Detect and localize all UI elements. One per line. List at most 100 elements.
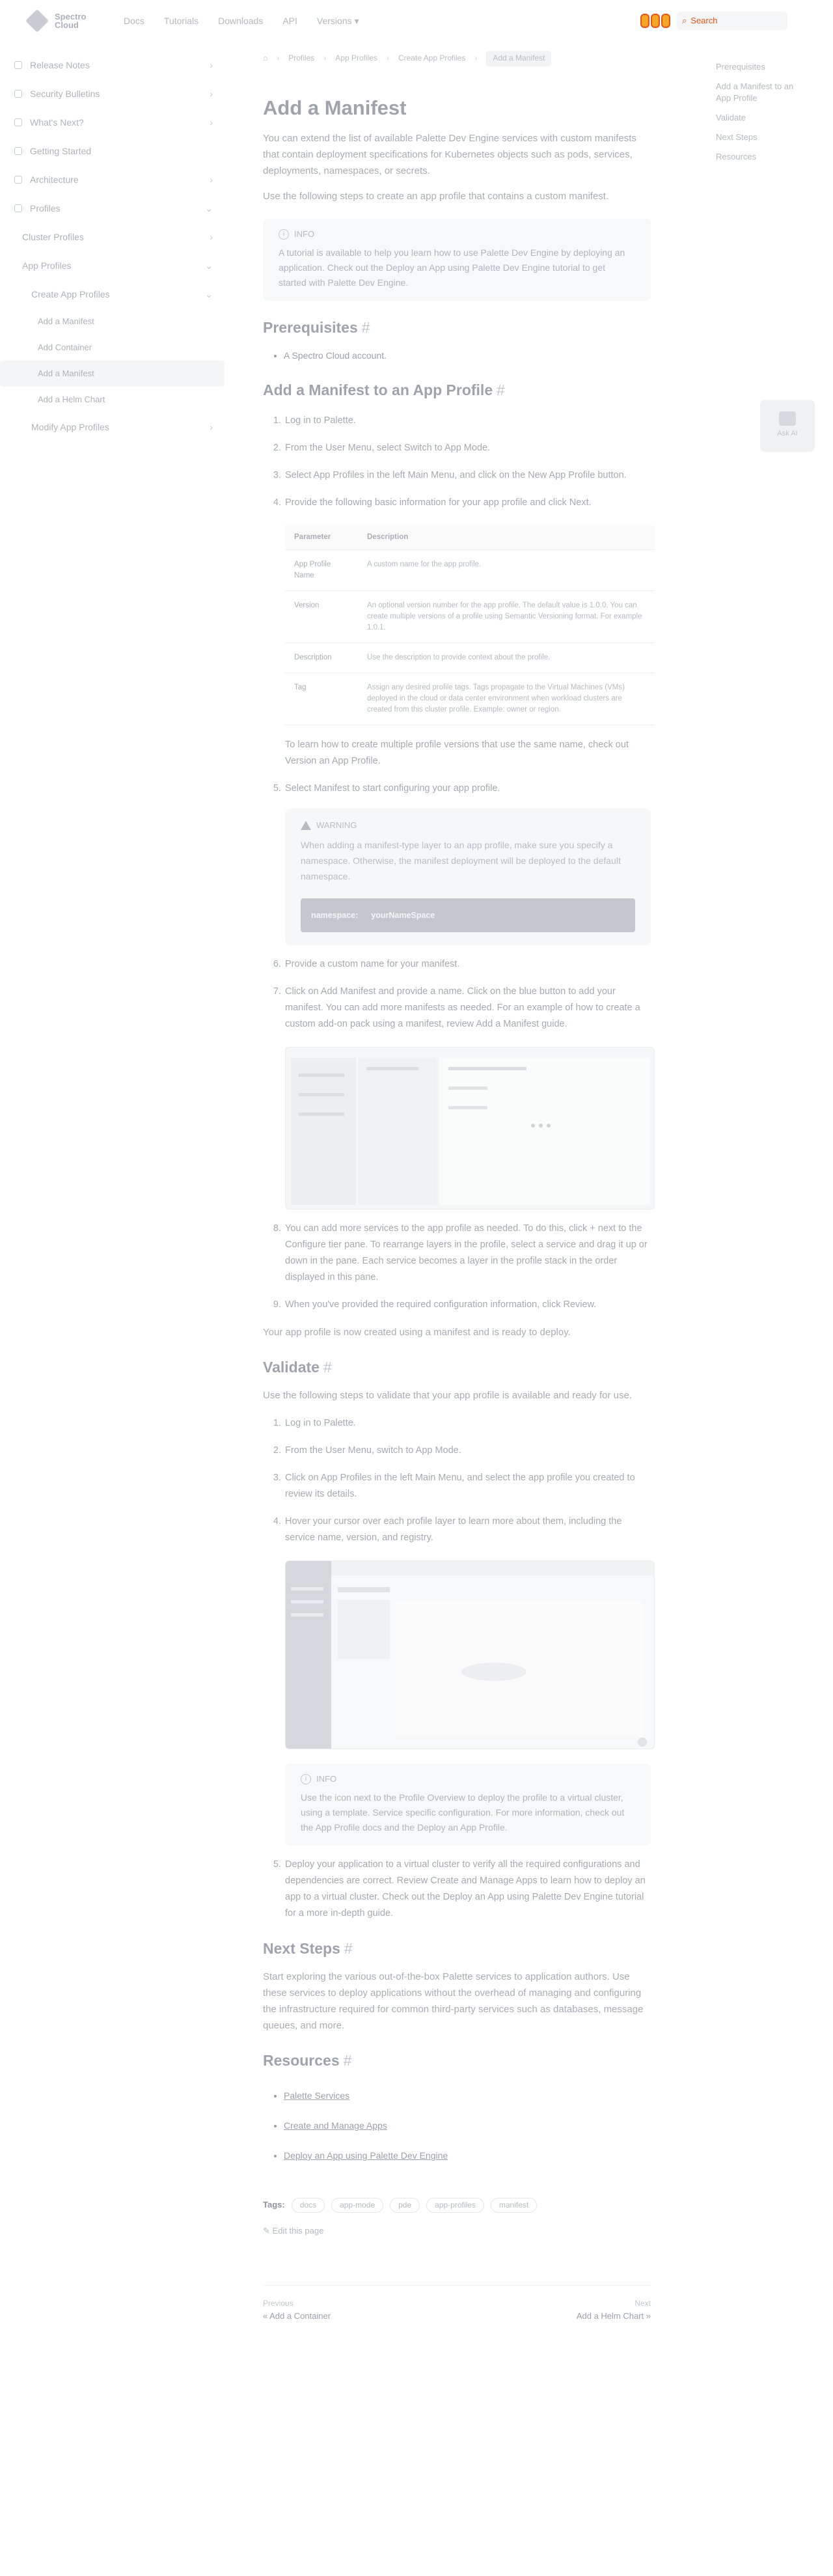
anchor-link[interactable]: # — [362, 319, 370, 336]
prereq-heading-text: Prerequisites — [263, 319, 358, 336]
sidebar-item-security-bulletins[interactable]: Security Bulletins › — [0, 79, 225, 108]
ready-paragraph: Your app profile is now created using a … — [263, 1327, 571, 1338]
logo[interactable]: Spectro Cloud — [25, 8, 94, 33]
theme-swatch-icon — [640, 14, 649, 28]
sidebar-item-label: Create App Profiles — [31, 288, 110, 299]
step-item: Log in to Palette. — [284, 1415, 651, 1432]
sidebar-item-getting-started[interactable]: Getting Started — [0, 137, 225, 165]
warning-title-text: WARNING — [316, 820, 357, 830]
resource-link-text[interactable]: Deploy an App using Palette Dev Engine — [284, 2150, 448, 2161]
sidebar-item-label: Getting Started — [30, 145, 92, 156]
resource-link[interactable]: Create and Manage Apps — [284, 2111, 651, 2140]
intro-paragraph-2: Use the following steps to create an app… — [263, 191, 609, 202]
table-cell: Tag — [285, 672, 358, 725]
code-block[interactable]: namespace: yourNameSpace — [301, 898, 635, 932]
resources-heading: Resources # — [263, 2049, 651, 2071]
step-text: Hover your cursor over each profile laye… — [285, 1516, 622, 1543]
theme-switcher[interactable] — [640, 14, 670, 28]
resource-link[interactable]: Palette Services — [284, 2081, 651, 2111]
sidebar-item-release-notes[interactable]: Release Notes › — [0, 51, 225, 79]
tag-pill[interactable]: app-profiles — [426, 2198, 484, 2213]
info-body: A tutorial is available to help you lear… — [279, 247, 625, 288]
logo-text: Spectro Cloud — [55, 12, 87, 30]
sidebar-item-add-helm-chart[interactable]: Add a Helm Chart — [0, 387, 225, 413]
screenshot-image — [286, 1561, 654, 1749]
toc-item[interactable]: Validate — [716, 112, 807, 124]
sidebar-item-label: Security Bulletins — [30, 88, 100, 99]
chevron-right-icon: › — [210, 117, 213, 128]
sidebar-item-label: Architecture — [30, 174, 79, 185]
sidebar-item-whats-next[interactable]: What's Next? › — [0, 108, 225, 137]
search-icon: ⌕ — [682, 15, 687, 25]
next-page-link[interactable]: Next Add a Helm Chart » — [577, 2297, 651, 2322]
sidebar-item-modify-app-profiles[interactable]: Modify App Profiles › — [0, 413, 225, 441]
toc-item[interactable]: Resources — [716, 151, 807, 163]
sidebar-item-create-app-profiles[interactable]: Create App Profiles ⌄ — [0, 280, 225, 309]
anchor-link[interactable]: # — [344, 1940, 353, 1957]
theme-swatch-icon — [661, 14, 670, 28]
table-cell: App Profile Name — [285, 549, 358, 591]
nav-docs[interactable]: Docs — [124, 14, 144, 28]
sidebar-item-profiles[interactable]: Profiles ⌄ — [0, 194, 225, 223]
sidebar-item-label: Add Container — [38, 342, 92, 352]
toc-item[interactable]: Next Steps — [716, 132, 807, 143]
sidebar-item-cluster-profiles[interactable]: Cluster Profiles › — [0, 223, 225, 251]
step-item: Select App Profiles in the left Main Men… — [284, 467, 651, 484]
info-title: i INFO — [301, 1771, 635, 1786]
validate-heading: Validate # — [263, 1356, 651, 1378]
table-cell: Description — [285, 643, 358, 673]
nav-downloads[interactable]: Downloads — [218, 14, 263, 28]
table-row: App Profile Name A custom name for the ap… — [285, 549, 655, 591]
tag-pill[interactable]: app-mode — [331, 2198, 384, 2213]
toc-item[interactable]: Add a Manifest to an App Profile — [716, 81, 807, 104]
sidebar-item-label: Add a Manifest — [38, 368, 94, 378]
nav-versions[interactable]: Versions ▾ — [317, 14, 359, 28]
anchor-link[interactable]: # — [497, 381, 505, 398]
nav-tutorials[interactable]: Tutorials — [164, 14, 198, 28]
anchor-link[interactable]: # — [323, 1359, 332, 1376]
step-item: Click on Add Manifest and provide a name… — [284, 984, 655, 1210]
table-header: Parameter — [285, 525, 358, 550]
sidebar-item-label: Cluster Profiles — [22, 231, 84, 242]
resource-link-text[interactable]: Create and Manage Apps — [284, 2120, 387, 2131]
sidebar-item-architecture[interactable]: Architecture › — [0, 165, 225, 194]
toc-item[interactable]: Prerequisites — [716, 61, 807, 73]
sidebar-item-label: Add a Helm Chart — [38, 394, 105, 404]
tag-pill[interactable]: docs — [291, 2198, 325, 2213]
resources-list: Palette Services Create and Manage Apps … — [284, 2081, 651, 2170]
tag-pill[interactable]: pde — [390, 2198, 420, 2213]
info-icon: i — [301, 1773, 311, 1784]
resource-link[interactable]: Deploy an App using Palette Dev Engine — [284, 2140, 651, 2170]
resource-link-text[interactable]: Palette Services — [284, 2090, 349, 2101]
info-icon: i — [279, 229, 289, 240]
search-button[interactable]: ⌕ Search — [677, 12, 787, 30]
nav-api[interactable]: API — [282, 14, 297, 28]
chevron-down-icon: ⌄ — [205, 202, 213, 214]
next-steps-paragraph: Start exploring the various out-of-the-b… — [263, 1971, 644, 2031]
ask-ai-button[interactable]: Ask AI — [760, 400, 815, 452]
main-content: ⌂ › Profiles › App Profiles › Create App… — [263, 51, 655, 2322]
sidebar-item-app-profiles[interactable]: App Profiles ⌄ — [0, 251, 225, 280]
add-heading-text: Add a Manifest to an App Profile — [263, 381, 493, 398]
table-cell: Version — [285, 590, 358, 643]
table-cell: Use the description to provide context a… — [358, 643, 655, 673]
edit-page-link[interactable]: ✎ Edit this page — [263, 2224, 651, 2238]
header-tools: ⌕ Search — [640, 12, 787, 30]
add-manifest-heading: Add a Manifest to an App Profile # — [263, 379, 651, 401]
breadcrumb-item[interactable]: Create App Profiles — [398, 52, 465, 64]
chevron-right-icon: › — [210, 231, 213, 242]
sidebar-item-add-manifest-active[interactable]: Add a Manifest — [0, 361, 225, 387]
prev-page-link[interactable]: Previous « Add a Container — [263, 2297, 331, 2322]
add-steps-list: Log in to Palette. From the User Menu, s… — [284, 413, 655, 1313]
prereq-list: A Spectro Cloud account. — [284, 348, 651, 363]
breadcrumb-item[interactable]: Profiles — [288, 52, 314, 64]
breadcrumb-item[interactable]: App Profiles — [335, 52, 377, 64]
anchor-link[interactable]: # — [344, 2052, 352, 2069]
tag-pill[interactable]: manifest — [490, 2198, 538, 2213]
resources-heading-text: Resources — [263, 2052, 340, 2069]
breadcrumb-current: Add a Manifest — [486, 51, 552, 66]
sidebar-item-add-container[interactable]: Add Container — [0, 335, 225, 361]
screenshot-image — [286, 1047, 654, 1209]
sidebar-item-add-manifest-list[interactable]: Add a Manifest — [0, 309, 225, 335]
home-icon[interactable]: ⌂ — [263, 52, 267, 64]
